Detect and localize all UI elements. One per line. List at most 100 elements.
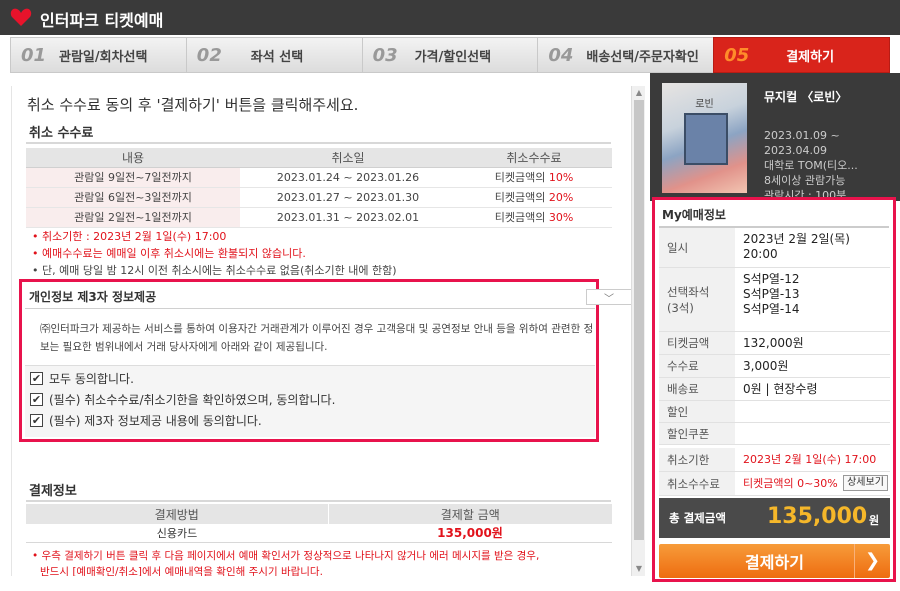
row-value: 132,000원 [743, 336, 804, 350]
step-label: 좌석 선택 [250, 49, 304, 65]
note-item: • 단, 예매 당일 밤 12시 이전 취소시에는 취소수수료 없음(취소기한 … [32, 264, 397, 277]
chevron-down-icon[interactable]: ﹀ [586, 289, 631, 305]
row-value: 3,000원 [743, 359, 789, 373]
table-row: 관람일 6일전~3일전까지 2023.01.27 ~ 2023.01.30 티켓… [26, 187, 612, 208]
fee-prefix: 티켓금액의 [494, 211, 546, 224]
page-headline: 취소 수수료 동의 후 '결제하기' 버튼을 클릭해주세요. [27, 96, 359, 114]
step-navigation: 01 관람일/회차선택 02 좌석 선택 03 가격/할인선택 04 배송선택/… [10, 37, 890, 73]
column-header: 결제할 금액 [328, 504, 612, 524]
table-row: 관람일 9일전~7일전까지 2023.01.24 ~ 2023.01.26 티켓… [26, 167, 612, 188]
payment-method-cell: 신용카드 [26, 524, 328, 543]
total-amount: 135,000 [767, 504, 868, 529]
fee-value-cell: 티켓금액의 20% [456, 187, 612, 208]
column-header: 취소수수료 [456, 148, 612, 168]
poster-title: 로빈 [695, 99, 714, 110]
cancel-fee-title: 취소 수수료 [29, 126, 94, 141]
fee-content-cell: 관람일 2일전~1일전까지 [26, 207, 240, 228]
payment-amount-cell: 135,000원 [328, 524, 612, 543]
show-info-panel: 로빈 뮤지컬 〈로빈〉 2023.01.09 ~ 2023.04.09 대학로 … [650, 73, 900, 201]
fee-percent: 10% [548, 171, 574, 184]
row-label: 할인쿠폰 [659, 423, 735, 444]
row-label: 취소수수료 [659, 472, 735, 495]
agree-third-party-checkbox[interactable]: ✔ (필수) 제3자 정보제공 내용에 동의합니다. [30, 410, 262, 430]
row-label: 일시 [659, 228, 735, 267]
payment-table: 결제방법 결제할 금액 신용카드 135,000원 [26, 504, 612, 543]
section-divider [26, 142, 611, 144]
top-bar: 인터파크 티켓예매 [0, 0, 900, 35]
checkmark-icon[interactable]: ✔ [30, 413, 43, 427]
vertical-scrollbar[interactable]: ▲ ▼ [631, 86, 645, 576]
step-4[interactable]: 04 배송선택/주문자확인 [537, 37, 714, 73]
show-poster: 로빈 [662, 83, 747, 193]
fee-content-cell: 관람일 9일전~7일전까지 [26, 167, 240, 188]
row-label: 배송료 [659, 378, 735, 400]
checkmark-icon[interactable]: ✔ [30, 392, 43, 406]
checkmark-icon[interactable]: ✔ [30, 371, 43, 385]
step-number: 03 [372, 44, 398, 66]
step-number: 05 [724, 44, 750, 66]
scroll-up-icon[interactable]: ▲ [632, 86, 646, 100]
fee-value-cell: 티켓금액의 10% [456, 167, 612, 188]
step-label: 가격/할인선택 [414, 49, 492, 65]
agree-cancel-fee-checkbox[interactable]: ✔ (필수) 취소수수료/취소기한을 확인하였으며, 동의합니다. [30, 389, 335, 409]
column-header: 결제방법 [26, 504, 329, 524]
step-3[interactable]: 03 가격/할인선택 [361, 37, 538, 73]
note-item: 반드시 [예매확인/취소]에서 예매내역을 확인해 주시기 바랍니다. [40, 566, 323, 576]
step-1[interactable]: 01 관람일/회차선택 [10, 37, 186, 73]
booking-sidebar: 로빈 뮤지컬 〈로빈〉 2023.01.09 ~ 2023.04.09 대학로 … [650, 73, 900, 591]
checkbox-label: (필수) 취소수수료/취소기한을 확인하였으며, 동의합니다. [49, 392, 336, 407]
window-illustration-icon [684, 113, 728, 165]
show-title: 뮤지컬 〈로빈〉 [764, 90, 848, 104]
scroll-thumb[interactable] [634, 100, 644, 540]
table-header-row: 내용 취소일 취소수수료 [26, 148, 612, 168]
column-header: 취소일 [240, 148, 456, 168]
payment-notes: • 우측 결제하기 버튼 클릭 후 다음 페이지에서 예매 확인서가 정상적으로… [32, 548, 539, 576]
step-number: 02 [196, 44, 222, 66]
total-label: 총 결제금액 [669, 511, 726, 525]
row-value: 2023년 2월 1일(수) 17:00 [743, 453, 877, 466]
show-meta: 2023.01.09 ~ 2023.04.09 대학로 TOM(티오... 8세… [764, 129, 858, 197]
step-5-active[interactable]: 05 결제하기 [713, 37, 890, 73]
total-unit: 원 [869, 514, 880, 527]
main-content: 취소 수수료 동의 후 '결제하기' 버튼을 클릭해주세요. 취소 수수료 내용… [11, 86, 631, 576]
row-value: 0원 | 현장수령 [743, 382, 818, 396]
section-divider [25, 308, 595, 309]
fee-date-cell: 2023.01.31 ~ 2023.02.01 [240, 207, 456, 228]
payment-info-title: 결제정보 [29, 484, 77, 499]
table-row: 신용카드 135,000원 [26, 524, 612, 543]
cancel-fee-row: 취소수수료 티켓금액의 0~30% 상세보기 [659, 472, 890, 496]
privacy-consent-box: 개인정보 제3자 정보제공 ﹀ ㈜인터파크가 제공하는 서비스를 통하여 이용자… [19, 279, 631, 442]
my-booking-title: My예매정보 [662, 208, 726, 222]
row-value: 2023년 2월 2일(목) 20:00 [743, 232, 850, 261]
app-logo-text: 인터파크 티켓예매 [40, 11, 164, 30]
fee-date-cell: 2023.01.24 ~ 2023.01.26 [240, 167, 456, 188]
detail-view-button[interactable]: 상세보기 [843, 475, 888, 491]
step-number: 01 [21, 44, 47, 66]
step-2[interactable]: 02 좌석 선택 [185, 37, 362, 73]
fee-percent: 30% [548, 211, 574, 224]
ticket-price-row: 티켓금액 132,000원 [659, 332, 890, 355]
row-label: 선택좌석 (3석) [659, 268, 735, 331]
fee-value-cell: 티켓금액의 30% [456, 207, 612, 228]
fee-percent: 20% [548, 191, 574, 204]
chevron-right-icon: ❯ [854, 544, 890, 578]
agree-all-checkbox[interactable]: ✔ 모두 동의합니다. [30, 368, 134, 388]
step-label: 배송선택/주문자확인 [586, 49, 699, 65]
discount-row: 할인 [659, 401, 890, 423]
total-payment-row: 총 결제금액 135,000 원 [659, 498, 890, 538]
step-number: 04 [548, 44, 574, 66]
coupon-row: 할인쿠폰 [659, 423, 890, 445]
note-item: • 우측 결제하기 버튼 클릭 후 다음 페이지에서 예매 확인서가 정상적으로… [32, 550, 540, 562]
scroll-down-icon[interactable]: ▼ [632, 562, 646, 576]
checkbox-label: (필수) 제3자 정보제공 내용에 동의합니다. [49, 413, 262, 428]
note-item: • 취소기한 : 2023년 2월 1일(수) 17:00 [32, 230, 227, 243]
cancel-deadline-row: 취소기한 2023년 2월 1일(수) 17:00 [659, 448, 890, 472]
row-label: 할인 [659, 401, 735, 422]
cancel-fee-table: 내용 취소일 취소수수료 관람일 9일전~7일전까지 2023.01.24 ~ … [26, 148, 612, 228]
column-header: 내용 [26, 148, 240, 168]
section-divider [26, 500, 611, 502]
note-item: • 예매수수료는 예매일 이후 취소시에는 환불되지 않습니다. [32, 247, 306, 260]
step-label: 관람일/회차선택 [59, 49, 148, 65]
pay-button-label: 결제하기 [745, 553, 804, 572]
pay-button[interactable]: 결제하기 ❯ [659, 544, 890, 578]
